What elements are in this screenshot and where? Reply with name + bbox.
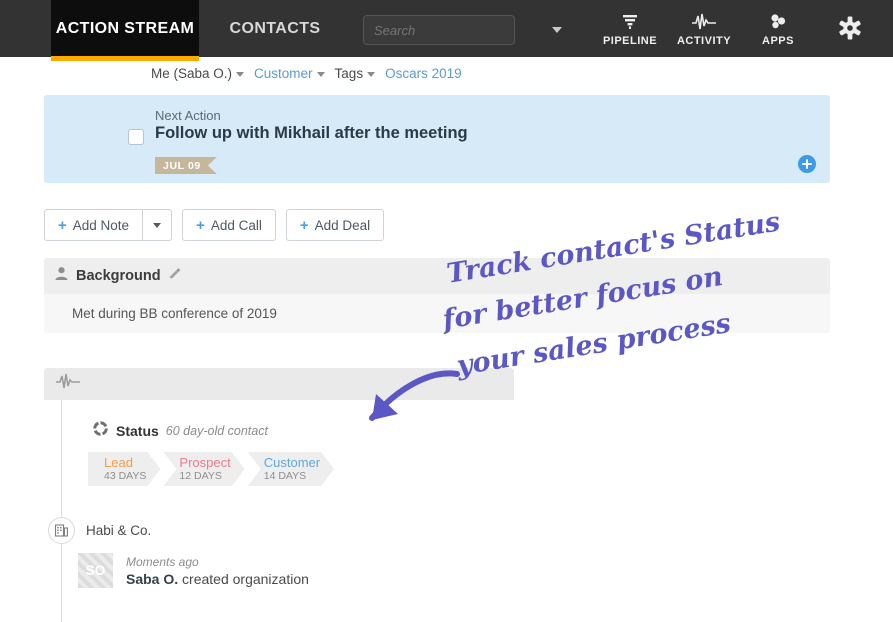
status-step-prospect-days: 12 DAYS: [179, 470, 222, 482]
breadcrumb: Me (Saba O.) Customer Tags Oscars 2019: [151, 63, 462, 83]
building-icon: [48, 517, 75, 544]
nav-item-activity[interactable]: ACTIVITY: [667, 0, 741, 57]
add-call-label: Add Call: [210, 217, 262, 233]
action-buttons-group: + Add Note + Add Call + Add Deal: [44, 209, 385, 241]
breadcrumb-owner[interactable]: Me (Saba O.): [151, 65, 245, 81]
tab-contacts-label: CONTACTS: [229, 19, 321, 37]
add-note-button[interactable]: + Add Note: [44, 209, 143, 241]
status-step-bar: Lead 43 DAYS Prospect 12 DAYS Customer 1…: [88, 452, 337, 486]
add-deal-label: Add Deal: [314, 217, 371, 233]
funnel-icon: [620, 10, 640, 34]
status-step-lead-days: 43 DAYS: [104, 470, 147, 482]
timeline-event-text: Moments ago Saba O. created organization: [126, 553, 309, 588]
chevron-down-icon: [236, 71, 245, 77]
add-note-dropdown-button[interactable]: [142, 209, 173, 241]
add-note-label: Add Note: [72, 217, 130, 233]
gear-icon: [837, 16, 863, 40]
nav-item-pipeline[interactable]: PIPELINE: [593, 0, 667, 57]
avatar[interactable]: SO: [78, 553, 113, 588]
background-card: Background Met during BB conference of 2…: [44, 258, 830, 333]
timeline-rail: [61, 400, 62, 622]
organization-row[interactable]: Habi & Co.: [48, 517, 151, 544]
apps-icon: [767, 10, 789, 34]
pencil-icon[interactable]: [168, 267, 182, 286]
search-box[interactable]: [363, 15, 562, 45]
status-cycle-icon: [92, 420, 109, 442]
next-action-checkbox[interactable]: [128, 129, 144, 145]
tab-action-stream[interactable]: ACTION STREAM: [51, 0, 199, 61]
timeline-event: SO Moments ago Saba O. created organizat…: [78, 553, 309, 588]
background-card-body: Met during BB conference of 2019: [72, 306, 277, 321]
breadcrumb-tag-value[interactable]: Oscars 2019: [385, 66, 462, 81]
breadcrumb-tags-label: Tags: [334, 65, 364, 81]
breadcrumb-status[interactable]: Customer: [254, 66, 325, 81]
background-card-header: Background: [44, 258, 830, 294]
next-action-label: Next Action: [155, 108, 221, 123]
status-step-prospect-name: Prospect: [179, 455, 231, 470]
nav-item-pipeline-label: PIPELINE: [602, 35, 658, 47]
nav-item-settings[interactable]: [815, 0, 885, 57]
app-root: ACTION STREAM CONTACTS Search PIPELINE A…: [0, 0, 893, 622]
pulse-icon: [56, 373, 82, 396]
timeline-event-action: created organization: [178, 571, 309, 587]
breadcrumb-owner-label: Me (Saba O.): [151, 65, 233, 81]
next-action-title[interactable]: Follow up with Mikhail after the meeting: [155, 124, 468, 143]
nav-item-activity-label: ACTIVITY: [676, 35, 732, 47]
chevron-down-icon: [552, 27, 562, 33]
chevron-down-icon: [367, 71, 376, 77]
organization-name: Habi & Co.: [86, 523, 152, 538]
status-step-customer-name: Customer: [263, 455, 321, 470]
tab-action-stream-label: ACTION STREAM: [55, 19, 195, 37]
breadcrumb-tag-value-label: Oscars 2019: [385, 65, 462, 81]
next-action-date-text: JUL 09: [163, 159, 201, 172]
plus-icon: +: [58, 216, 67, 234]
timeline-event-actor: Saba O.: [126, 571, 179, 587]
chevron-down-icon: [316, 71, 325, 77]
tab-contacts[interactable]: CONTACTS: [205, 0, 345, 57]
status-step-customer[interactable]: Customer 14 DAYS: [248, 452, 334, 486]
timeline-event-description: Saba O. created organization: [126, 570, 309, 588]
status-title: Status: [116, 423, 159, 439]
status-step-lead[interactable]: Lead 43 DAYS: [88, 452, 160, 486]
status-step-lead-name: Lead: [104, 455, 133, 470]
timeline-header: [44, 368, 514, 400]
background-card-title: Background: [76, 268, 161, 284]
add-next-action-button[interactable]: [798, 155, 816, 173]
status-subtitle: 60 day-old contact: [165, 424, 268, 438]
nav-icon-group: PIPELINE ACTIVITY APPS: [593, 0, 885, 57]
status-step-prospect[interactable]: Prospect 12 DAYS: [163, 452, 244, 486]
search-scope-dropdown[interactable]: [552, 16, 562, 44]
pulse-icon: [691, 10, 717, 34]
plus-icon: +: [299, 216, 309, 234]
nav-item-apps-label: APPS: [762, 35, 794, 47]
person-icon: [54, 266, 69, 286]
breadcrumb-status-label: Customer: [254, 65, 313, 81]
status-row: Status 60 day-old contact: [92, 420, 268, 442]
avatar-initials: SO: [85, 563, 106, 578]
add-deal-button[interactable]: + Add Deal: [285, 209, 385, 241]
search-input[interactable]: [364, 16, 552, 44]
timeline-event-timestamp: Moments ago: [126, 555, 199, 569]
nav-item-apps[interactable]: APPS: [741, 0, 815, 57]
add-call-button[interactable]: + Add Call: [182, 209, 276, 241]
chevron-down-icon: [153, 222, 162, 228]
next-action-panel: Next Action Follow up with Mikhail after…: [44, 95, 830, 183]
top-navigation-bar: ACTION STREAM CONTACTS Search PIPELINE A…: [0, 0, 893, 61]
plus-icon: +: [196, 216, 205, 234]
status-step-customer-days: 14 DAYS: [263, 470, 307, 482]
breadcrumb-tags[interactable]: Tags: [335, 66, 376, 81]
next-action-date-tag[interactable]: JUL 09: [155, 157, 217, 174]
